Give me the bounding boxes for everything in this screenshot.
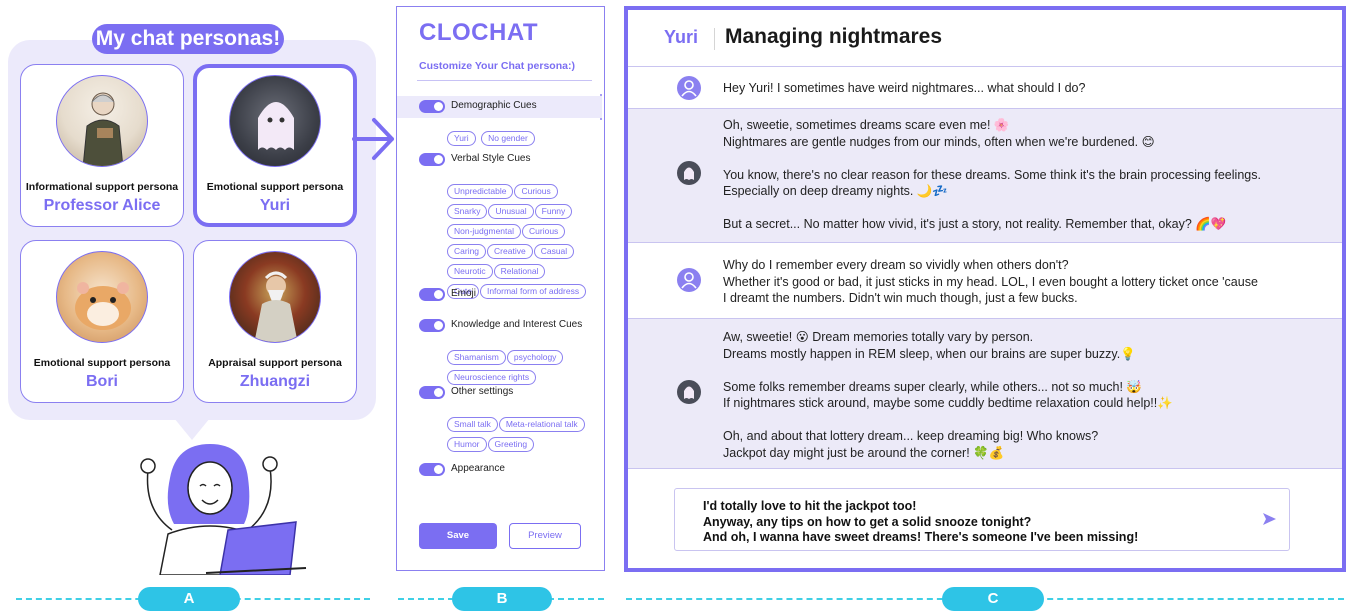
user-avatar-icon <box>677 268 701 292</box>
chat-persona-name: Yuri <box>664 27 699 47</box>
persona-type: Emotional support persona <box>33 357 171 369</box>
toggle-verbal-style[interactable] <box>419 153 445 166</box>
message-row-user: Hey Yuri! I sometimes have weird nightma… <box>628 66 1342 108</box>
chip[interactable]: Unusual <box>488 204 534 219</box>
cue-row-demographic[interactable]: Demographic Cues <box>397 96 602 118</box>
cue-label: Demographic Cues <box>451 100 537 111</box>
cue-label: Emoji <box>451 288 477 299</box>
persona-card-bori[interactable]: Emotional support persona Bori <box>20 240 184 403</box>
chip[interactable]: Unpredictable <box>447 184 514 199</box>
cue-row-knowledge[interactable]: Knowledge and Interest Cues <box>397 315 602 337</box>
cue-label: Appearance <box>451 463 505 474</box>
message-row-bot: Oh, sweetie, sometimes dreams scare even… <box>628 108 1342 242</box>
hamster-avatar-icon <box>56 251 148 343</box>
chat-panel: Yuri Managing nightmares Hey Yuri! I som… <box>624 6 1346 572</box>
chip[interactable]: Greeting <box>487 437 535 452</box>
chip[interactable]: Snarky <box>447 204 488 219</box>
chip[interactable]: Yuri <box>447 131 476 146</box>
persona-card-yuri[interactable]: Emotional support persona Yuri <box>193 64 357 227</box>
message-input[interactable]: I'd totally love to hit the jackpot too!… <box>674 488 1290 551</box>
chip-group-knowledge: Shamanism psychology Neuroscience rights <box>447 347 607 387</box>
toggle-appearance[interactable] <box>419 463 445 476</box>
chip-group-demographic: Yuri No gender <box>447 128 607 148</box>
ghost-avatar-icon <box>677 161 701 185</box>
app-logo: CLOCHAT <box>419 19 539 46</box>
persona-name: Zhuangzi <box>239 373 311 390</box>
persona-type: Emotional support persona <box>206 181 344 193</box>
section-label-c: C <box>942 587 1044 611</box>
professor-avatar-icon <box>56 75 148 167</box>
chip[interactable]: Neurotic <box>447 264 493 279</box>
cue-row-appearance[interactable]: Appearance <box>397 459 602 481</box>
chat-title: Managing nightmares <box>725 25 943 48</box>
save-button[interactable]: Save <box>419 523 497 549</box>
message-row-bot: Aw, sweetie! 😮 Dream memories totally va… <box>628 318 1342 468</box>
cue-row-verbal-style[interactable]: Verbal Style Cues <box>397 149 602 171</box>
persona-type: Informational support persona <box>25 181 179 193</box>
send-icon[interactable] <box>1261 511 1277 527</box>
persona-list-title: My chat personas! <box>92 24 284 54</box>
ghost-avatar-icon <box>677 380 701 404</box>
message-input-text: I'd totally love to hit the jackpot too!… <box>703 499 1139 544</box>
cue-label: Knowledge and Interest Cues <box>451 319 583 330</box>
chip[interactable]: Curious <box>514 184 558 199</box>
preview-button[interactable]: Preview <box>509 523 581 549</box>
chip[interactable]: Funny <box>534 204 573 219</box>
persona-card-professor-alice[interactable]: Informational support persona Professor … <box>20 64 184 227</box>
persona-list-panel: My chat personas! Informational support … <box>0 0 380 611</box>
message-text: Hey Yuri! I sometimes have weird nightma… <box>723 81 1086 95</box>
flow-arrow-icon <box>352 118 394 160</box>
persona-name: Professor Alice <box>43 197 161 214</box>
message-text: Oh, sweetie, sometimes dreams scare even… <box>723 118 1261 231</box>
user-at-laptop-illustration <box>140 444 307 575</box>
chip[interactable]: No gender <box>481 131 535 146</box>
toggle-emoji[interactable] <box>419 288 445 301</box>
section-label-b: B <box>452 587 552 611</box>
title-underline <box>417 80 592 81</box>
persona-customization-panel: CLOCHAT Customize Your Chat persona:) De… <box>396 6 605 571</box>
header-separator <box>714 28 715 50</box>
customize-title: Customize Your Chat persona:) <box>419 60 575 72</box>
chip[interactable]: Casual <box>533 244 575 259</box>
persona-name: Yuri <box>259 197 291 214</box>
message-text: Aw, sweetie! 😮 Dream memories totally va… <box>723 330 1173 460</box>
message-text: Why do I remember every dream so vividly… <box>723 258 1258 305</box>
cue-label: Other settings <box>451 386 514 397</box>
chip[interactable]: Small talk <box>447 417 498 432</box>
chip[interactable]: Relational <box>493 264 546 279</box>
cue-row-emoji[interactable]: Emoji <box>397 284 602 306</box>
message-row-user: Why do I remember every dream so vividly… <box>628 242 1342 318</box>
speech-bubble-tail <box>174 418 210 440</box>
chip[interactable]: Non-judgmental <box>447 224 522 239</box>
chip-group-other-settings: Small talk Meta-relational talk Humor Gree… <box>447 414 607 454</box>
chip[interactable]: Shamanism <box>447 350 506 365</box>
cue-label: Verbal Style Cues <box>451 153 531 164</box>
persona-name: Bori <box>86 373 118 390</box>
toggle-other-settings[interactable] <box>419 386 445 399</box>
persona-type: Appraisal support persona <box>208 357 342 369</box>
user-avatar-icon <box>677 76 701 100</box>
toggle-demographic[interactable] <box>419 100 445 113</box>
sage-avatar-icon <box>229 251 321 343</box>
chip[interactable]: Humor <box>447 437 487 452</box>
chip[interactable]: Meta-relational talk <box>498 417 585 432</box>
cue-row-other-settings[interactable]: Other settings <box>397 382 602 404</box>
chip[interactable]: Creative <box>487 244 533 259</box>
chip[interactable]: psychology <box>506 350 564 365</box>
persona-card-zhuangzi[interactable]: Appraisal support persona Zhuangzi <box>193 240 357 403</box>
toggle-knowledge[interactable] <box>419 319 445 332</box>
chip[interactable]: Curious <box>522 224 566 239</box>
chip[interactable]: Caring <box>447 244 487 259</box>
section-label-a: A <box>138 587 240 611</box>
ghost-avatar-icon <box>229 75 321 167</box>
chip-group-verbal-style: Unpredictable Curious Snarky Unusual Funny … <box>447 181 607 301</box>
